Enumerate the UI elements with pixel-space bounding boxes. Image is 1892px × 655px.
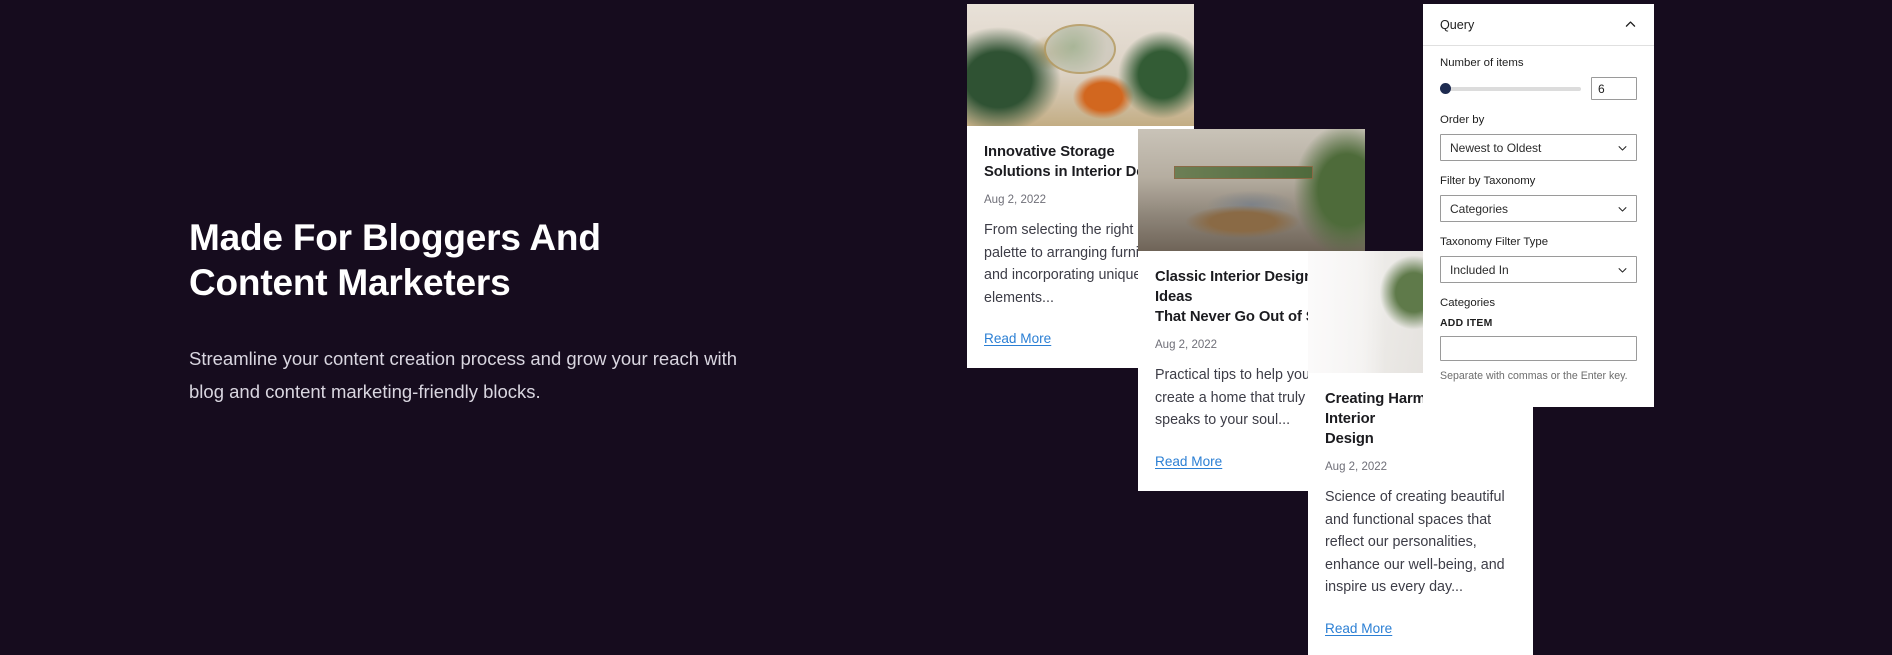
categories-label: Categories (1440, 297, 1496, 309)
read-more-link[interactable]: Read More (1325, 621, 1392, 636)
chevron-down-icon (1617, 142, 1628, 153)
taxonomy-filter-type-label: Taxonomy Filter Type (1440, 236, 1549, 248)
number-of-items-label: Number of items (1440, 57, 1524, 69)
post-excerpt: Science of creating beautiful and functi… (1325, 489, 1505, 596)
chevron-down-icon (1617, 203, 1628, 214)
slider-thumb[interactable] (1440, 83, 1451, 94)
query-panel-title: Query (1440, 17, 1475, 32)
filter-by-taxonomy-field: Filter by Taxonomy Categories (1440, 175, 1637, 222)
filter-by-taxonomy-label: Filter by Taxonomy (1440, 175, 1536, 187)
taxonomy-filter-type-field: Taxonomy Filter Type Included In (1440, 236, 1637, 283)
query-settings-panel: Query Number of items Order by Newest to… (1423, 4, 1654, 407)
number-of-items-slider[interactable] (1440, 82, 1581, 96)
order-by-select[interactable]: Newest to Oldest (1440, 134, 1637, 161)
hero-subtitle: Streamline your content creation process… (189, 348, 738, 403)
query-panel-body: Number of items Order by Newest to Oldes… (1423, 46, 1654, 384)
add-item-label: ADD ITEM (1440, 318, 1493, 329)
taxonomy-filter-type-value: Included In (1450, 262, 1509, 277)
order-by-label: Order by (1440, 114, 1485, 126)
post-date: Aug 2, 2022 (1325, 461, 1388, 474)
number-of-items-controls (1440, 77, 1637, 100)
post-thumbnail-image (967, 4, 1194, 126)
chevron-up-icon[interactable] (1624, 18, 1637, 31)
taxonomy-filter-type-select[interactable]: Included In (1440, 256, 1637, 283)
order-by-value: Newest to Oldest (1450, 140, 1542, 155)
hero-section: Made For Bloggers And Content Marketers … (189, 215, 829, 409)
slider-track (1440, 86, 1581, 91)
chevron-down-icon (1617, 264, 1628, 275)
filter-by-taxonomy-select[interactable]: Categories (1440, 195, 1637, 222)
filter-by-taxonomy-value: Categories (1450, 201, 1509, 216)
post-thumbnail-image (1138, 129, 1365, 251)
read-more-link[interactable]: Read More (984, 331, 1051, 346)
post-card-body: Creating Harmony in Interior Design Aug … (1308, 373, 1533, 655)
categories-field: Categories ADD ITEM Separate with commas… (1440, 297, 1637, 384)
order-by-field: Order by Newest to Oldest (1440, 114, 1637, 161)
query-panel-header[interactable]: Query (1423, 4, 1654, 46)
page-title: Made For Bloggers And Content Marketers (189, 217, 601, 304)
number-of-items-input[interactable] (1591, 77, 1637, 100)
number-of-items-field: Number of items (1440, 57, 1637, 100)
categories-add-item-input[interactable] (1440, 336, 1637, 361)
read-more-link[interactable]: Read More (1155, 454, 1222, 469)
categories-help-text: Separate with commas or the Enter key. (1440, 370, 1628, 382)
